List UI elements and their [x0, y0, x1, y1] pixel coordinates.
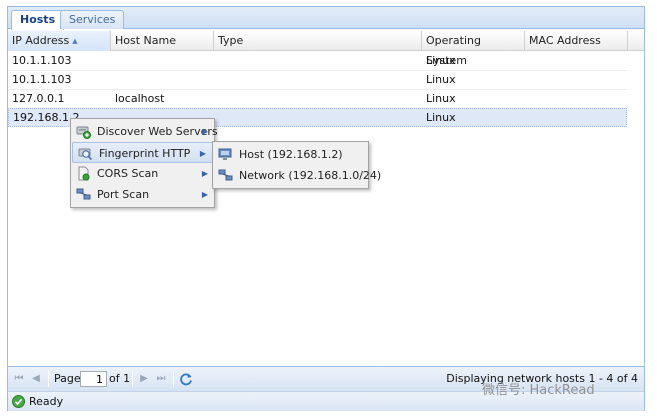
menu-item-fingerprint-http[interactable]: Fingerprint HTTP ▶	[72, 142, 213, 163]
cell-hostname	[111, 71, 115, 89]
menu-item-label: Discover Web Servers	[97, 125, 218, 138]
menu-item-network[interactable]: Network (192.168.1.0/24)	[213, 165, 381, 186]
column-header-host-name[interactable]: Host Name	[111, 31, 214, 51]
fingerprint-submenu: Host (192.168.1.2) Network (192.168.1.0/…	[212, 141, 381, 189]
column-header-operating-system[interactable]: Operating System	[422, 31, 525, 67]
menu-item-label: Network (192.168.1.0/24)	[239, 169, 382, 182]
toolbar-separator	[173, 371, 174, 387]
toolbar-separator	[48, 371, 49, 387]
page-number-input[interactable]	[80, 371, 107, 387]
refresh-icon[interactable]	[179, 372, 193, 386]
tab-strip: Hosts Services	[8, 7, 644, 30]
context-menu: Discover Web Servers ▶ Fingerprint HTTP …	[70, 118, 218, 208]
host-icon	[218, 148, 232, 160]
cell-os: Linux	[426, 54, 456, 67]
network-icon	[76, 188, 91, 200]
menu-item-label: Host (192.168.1.2)	[239, 148, 343, 161]
menu-item-cors-scan[interactable]: CORS Scan ▶	[71, 163, 214, 184]
server-add-icon	[76, 126, 91, 139]
cell-os: Linux	[426, 92, 456, 105]
prev-page-icon[interactable]: ◀	[30, 373, 42, 385]
table-row[interactable]: 10.1.1.103 Linux	[8, 71, 627, 90]
table-row[interactable]: 10.1.1.103 Linux	[8, 52, 627, 71]
menu-item-label: CORS Scan	[97, 167, 159, 180]
cell-hostname: localhost	[115, 92, 165, 105]
cell-ip: 192.168.1.2	[13, 111, 80, 124]
submenu-arrow-icon: ▶	[201, 169, 208, 178]
column-header-type[interactable]: Type	[214, 31, 422, 51]
tab-hosts[interactable]: Hosts	[11, 10, 65, 30]
watermark: 微信号: HackRead	[482, 383, 595, 398]
cell-ip: 10.1.1.103	[12, 73, 72, 86]
grid-header: IP Address ▲ Host Name Type Operating Sys…	[8, 31, 644, 67]
page-label: Page	[54, 372, 81, 385]
submenu-arrow-icon: ▶	[201, 190, 208, 199]
check-icon	[12, 395, 25, 408]
next-page-icon[interactable]: ▶	[138, 373, 150, 385]
menu-item-label: Fingerprint HTTP	[99, 147, 191, 160]
document-scan-icon	[78, 166, 90, 181]
hosts-panel: Hosts Services IP Address ▲ Host Name Typ…	[7, 6, 645, 411]
menu-item-port-scan[interactable]: Port Scan ▶	[71, 184, 214, 205]
cell-ip: 10.1.1.103	[12, 54, 72, 67]
status-text: Ready	[29, 395, 64, 408]
cell-hostname	[111, 52, 115, 70]
cell-os: Linux	[426, 73, 456, 86]
submenu-arrow-icon: ▶	[201, 127, 208, 136]
first-page-icon[interactable]: ⏮	[13, 373, 25, 385]
menu-item-discover-web-servers[interactable]: Discover Web Servers ▶	[71, 121, 218, 142]
menu-item-host[interactable]: Host (192.168.1.2)	[213, 144, 368, 165]
magnifier-icon	[78, 148, 93, 161]
submenu-arrow-icon: ▶	[199, 149, 206, 158]
column-header-mac-address[interactable]: MAC Address	[525, 31, 628, 51]
tab-services[interactable]: Services	[60, 10, 125, 29]
toolbar-separator	[132, 371, 133, 387]
table-row[interactable]: 127.0.0.1 localhost Linux	[8, 90, 627, 109]
page-count-label: of 1	[109, 372, 131, 385]
sort-ascending-icon: ▲	[72, 37, 78, 45]
column-header-ip-address[interactable]: IP Address ▲	[8, 31, 111, 51]
last-page-icon[interactable]: ⏭	[155, 373, 167, 385]
cell-ip: 127.0.0.1	[12, 92, 65, 105]
network-icon	[218, 169, 233, 181]
cell-os: Linux	[426, 111, 456, 124]
menu-item-label: Port Scan	[97, 188, 150, 201]
column-header-label: IP Address	[12, 34, 70, 47]
